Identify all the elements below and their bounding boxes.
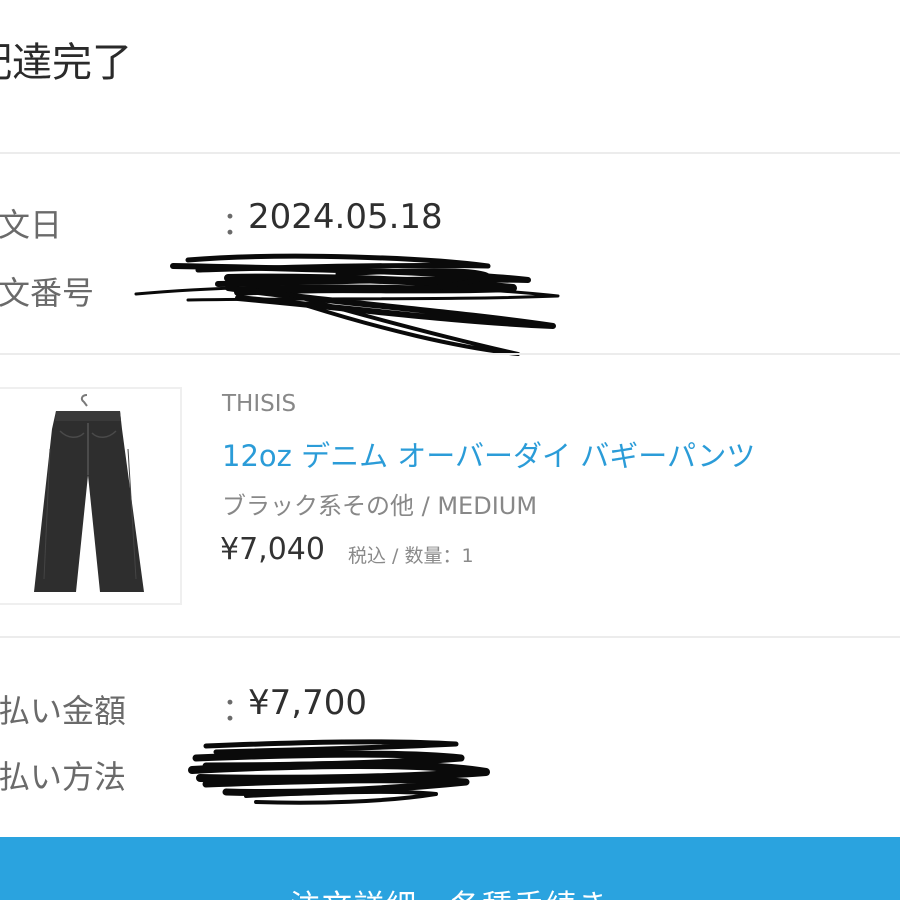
payment-method-label: 支払い方法 [0,758,127,796]
redaction-scribble [134,253,560,356]
order-date-label: 注文日 [0,206,63,244]
divider [0,636,900,638]
divider [0,152,900,154]
product-brand: THISIS [222,391,297,417]
order-number-label: 注文番号 [0,274,95,312]
product-name-link[interactable]: 12oz デニム オーバーダイ バギーパンツ [222,433,755,475]
page-title: 配達完了 [0,40,132,86]
product-variant: ブラック系その他 / MEDIUM [222,492,538,520]
jeans-icon [34,394,144,592]
price-tax-quantity: 税込 / 数量：1 [348,545,474,567]
product-image[interactable] [0,387,182,605]
payment-amount-value: ¥7,700 [248,683,367,723]
order-details-button[interactable]: 注文詳細・各種手続き [0,837,900,900]
redaction-scribble [188,739,490,805]
order-details-button-label: 注文詳細・各種手続き [0,881,900,900]
product-price: ¥7,040 [220,532,325,567]
divider [0,353,900,355]
payment-amount-label: 支払い金額 [0,692,127,730]
order-date-value: 2024.05.18 [248,197,443,237]
